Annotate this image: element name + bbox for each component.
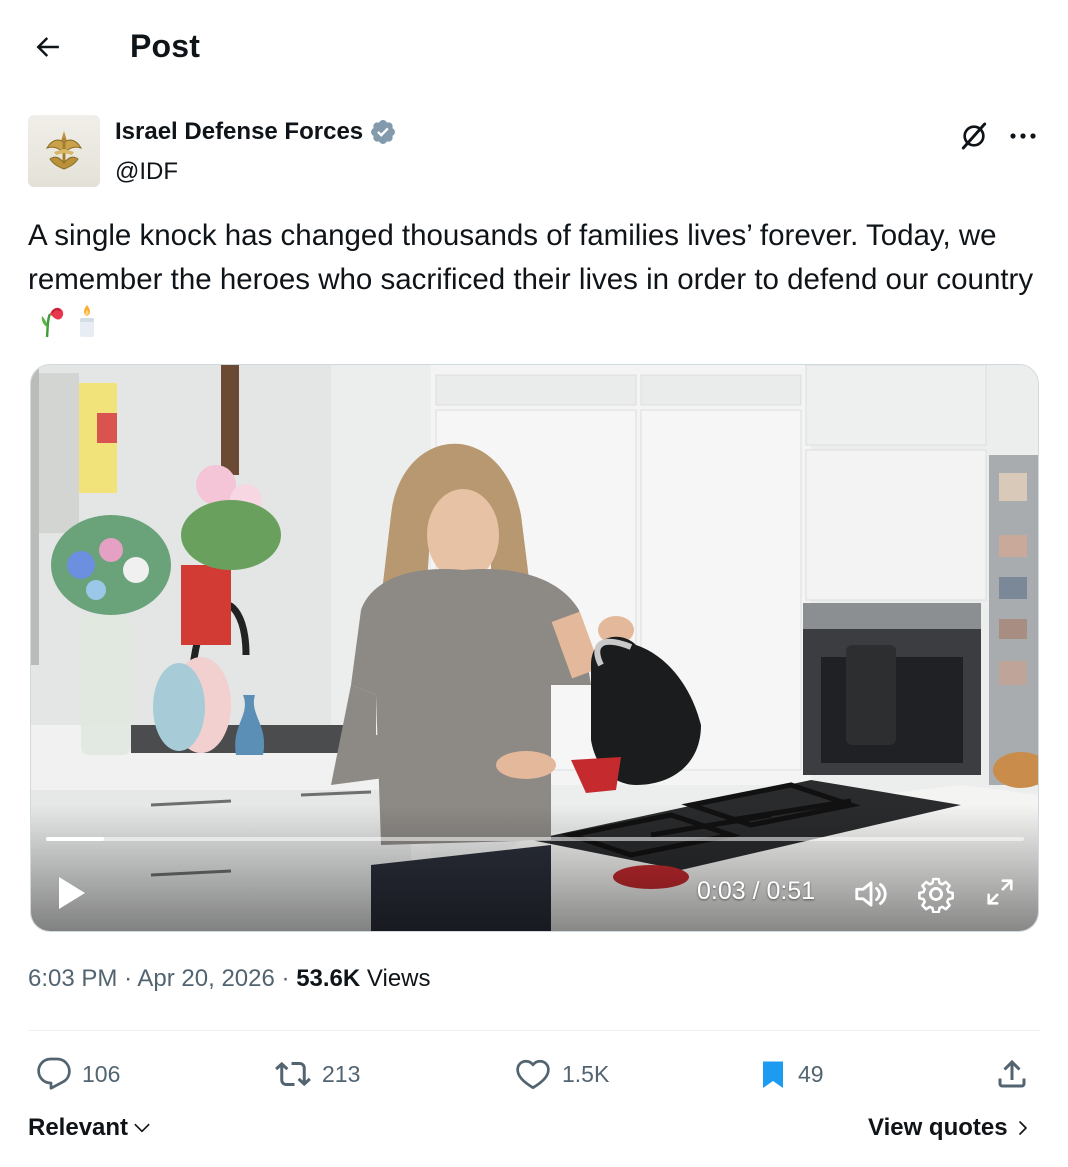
chevron-down-icon: [134, 1123, 150, 1133]
arrow-left-icon: [36, 37, 59, 57]
idf-emblem-icon: [45, 131, 83, 170]
page-header: Post: [0, 0, 1068, 96]
reply-button[interactable]: 106: [36, 1054, 120, 1094]
views-label: Views: [366, 965, 431, 992]
view-quotes-label: View quotes: [868, 1114, 1008, 1141]
repost-button[interactable]: 213: [274, 1054, 360, 1094]
views-count: 53.6K: [296, 965, 361, 992]
candle-icon: [74, 302, 100, 351]
wilted-flower-icon: [36, 302, 66, 351]
sort-replies-dropdown[interactable]: Relevant: [28, 1114, 152, 1142]
volume-button[interactable]: [851, 875, 891, 913]
reply-icon: [37, 1057, 71, 1090]
sort-label: Relevant: [28, 1114, 129, 1141]
meta-separator: ·: [124, 965, 133, 992]
author-name[interactable]: Israel Defense Forces: [115, 118, 363, 146]
play-icon: [59, 877, 85, 909]
bookmark-count: 49: [798, 1060, 824, 1087]
like-button[interactable]: 1.5K: [514, 1054, 609, 1094]
settings-button[interactable]: [917, 875, 955, 914]
author-name-row[interactable]: Israel Defense Forces: [115, 118, 397, 146]
more-horizontal-icon: [1010, 133, 1036, 139]
more-options-button[interactable]: [1003, 117, 1043, 155]
bookmark-filled-icon: [763, 1061, 783, 1088]
heart-icon: [516, 1059, 550, 1089]
video-progress-bar[interactable]: [46, 837, 1024, 841]
play-button[interactable]: [53, 873, 89, 913]
video-progress-fill: [46, 837, 104, 841]
view-quotes-link[interactable]: View quotes: [868, 1114, 1032, 1142]
divider: [28, 1030, 1040, 1031]
gear-icon: [918, 877, 954, 914]
like-count: 1.5K: [562, 1060, 610, 1087]
repost-icon: [275, 1061, 311, 1087]
avatar[interactable]: [28, 115, 100, 187]
post-text: A single knock has changed thousands of …: [28, 214, 1043, 351]
reply-count: 106: [82, 1060, 121, 1087]
bookmark-button[interactable]: 49: [758, 1054, 824, 1094]
post-date[interactable]: Apr 20, 2026: [137, 965, 274, 992]
chevron-right-icon: [1018, 1121, 1027, 1135]
page-title: Post: [130, 28, 201, 64]
post-metadata: 6:03 PM · Apr 20, 2026 · 53.6K Views: [28, 965, 431, 993]
verified-badge-icon: [369, 118, 397, 146]
author-handle[interactable]: @IDF: [115, 158, 178, 186]
share-button[interactable]: [994, 1054, 1030, 1094]
meta-separator-2: ·: [281, 965, 290, 992]
grok-button[interactable]: [955, 117, 993, 155]
post-time[interactable]: 6:03 PM: [28, 965, 117, 992]
repost-count: 213: [322, 1060, 361, 1087]
expand-icon: [987, 879, 1013, 905]
grok-icon: [961, 122, 987, 150]
video-time-display: 0:03 / 0:51: [697, 877, 816, 905]
share-icon: [998, 1059, 1026, 1088]
video-player[interactable]: 0:03 / 0:51: [30, 364, 1039, 932]
volume-icon: [855, 881, 887, 907]
post-body: A single knock has changed thousands of …: [28, 219, 1034, 296]
fullscreen-button[interactable]: [983, 875, 1019, 913]
back-button[interactable]: [24, 24, 70, 70]
